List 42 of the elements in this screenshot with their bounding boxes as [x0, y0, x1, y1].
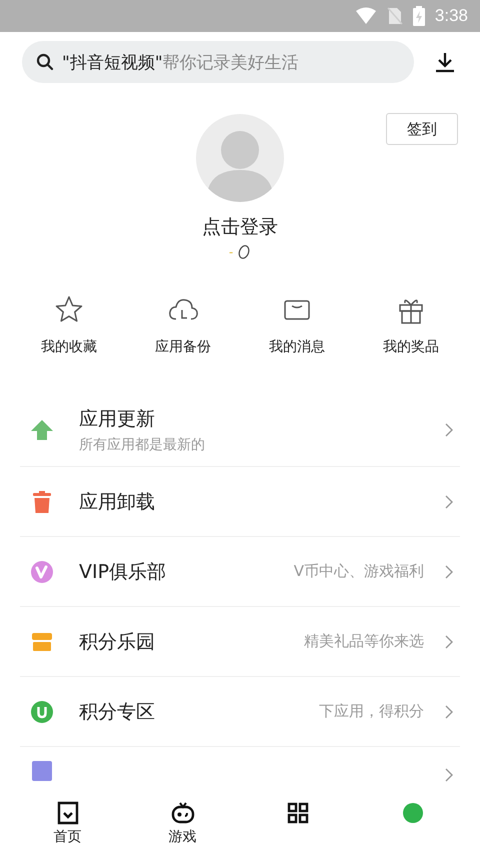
- menu-title: VIP俱乐部: [79, 560, 168, 584]
- menu-row[interactable]: 积分乐园 精美礼品等你来选: [20, 607, 460, 677]
- chevron-right-icon: [444, 494, 454, 510]
- menu-title: 积分专区: [79, 700, 156, 724]
- login-link[interactable]: 点击登录: [202, 214, 278, 240]
- menu-title: 积分乐园: [79, 630, 156, 654]
- check-in-button[interactable]: 签到: [386, 113, 458, 145]
- search-field[interactable]: "抖音短视频"帮你记录美好生活: [22, 41, 414, 83]
- gamepad-face-icon: [170, 801, 194, 825]
- grid-icon: [286, 801, 310, 825]
- search-icon: [36, 53, 54, 71]
- wifi-icon: [354, 7, 377, 25]
- dot-icon: [400, 801, 424, 825]
- star-icon: [54, 295, 84, 325]
- nav-tab[interactable]: 首页: [28, 801, 108, 853]
- menu-hint: V币中心、游戏福利: [294, 562, 424, 581]
- chevron-right-icon: [444, 634, 454, 650]
- chevron-right-icon: [444, 422, 454, 438]
- chevron-right-icon: [444, 704, 454, 720]
- menu-row[interactable]: 积分专区 下应用，得积分: [20, 677, 460, 747]
- menu-title: 应用卸载: [79, 490, 156, 514]
- download-icon[interactable]: [434, 51, 456, 73]
- no-sim-icon: [386, 7, 403, 25]
- shortcut-item[interactable]: 我的收藏: [19, 295, 119, 356]
- menu-title: 应用更新: [79, 407, 156, 432]
- menu-row[interactable]: 应用卸载: [20, 467, 460, 537]
- points-value: -: [228, 245, 234, 259]
- battery-icon: [412, 6, 425, 26]
- chevron-right-icon: [444, 767, 454, 783]
- menu-hint: 下应用，得积分: [319, 702, 424, 721]
- nav-tab[interactable]: 游戏: [142, 801, 222, 853]
- shortcut-item[interactable]: 我的消息: [247, 295, 347, 356]
- menu-row[interactable]: VIP俱乐部 V币中心、游戏福利: [20, 537, 460, 607]
- shortcut-item[interactable]: 我的奖品: [361, 295, 461, 356]
- menu-subtitle: 所有应用都是最新的: [79, 436, 206, 454]
- status-time: 3:38: [434, 6, 468, 26]
- chevron-right-icon: [444, 564, 454, 580]
- shortcut-item[interactable]: 应用备份: [133, 295, 233, 356]
- menu-row[interactable]: 应用更新 所有应用都是最新的: [20, 394, 460, 467]
- home-icon: [56, 801, 80, 825]
- menu-hint: 精美礼品等你来选: [304, 632, 424, 651]
- coin-icon: [237, 244, 252, 260]
